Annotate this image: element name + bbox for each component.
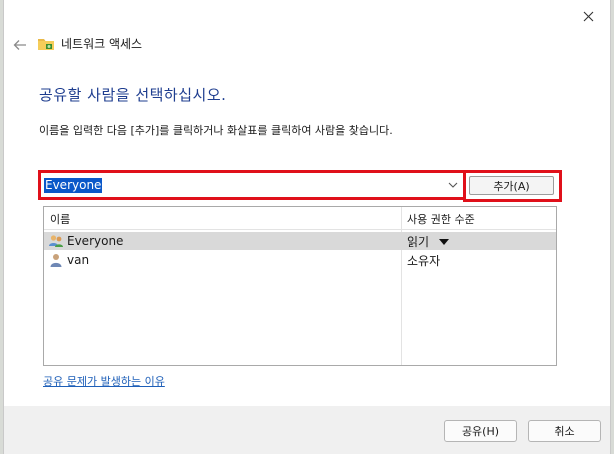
share-button[interactable]: 공유(H) — [444, 420, 517, 442]
back-arrow-icon — [13, 40, 26, 50]
close-icon — [583, 11, 593, 21]
add-button-frame: 추가(A) — [463, 170, 562, 202]
add-button[interactable]: 추가(A) — [469, 176, 554, 195]
chevron-down-icon — [448, 182, 458, 188]
network-folder-icon — [38, 38, 54, 50]
group-users-icon — [49, 235, 63, 247]
close-button[interactable] — [574, 5, 602, 27]
row-permission: 읽기 — [407, 235, 430, 249]
table-header: 이름 사용 권한 수준 — [44, 207, 556, 230]
permission-dropdown[interactable]: 읽기 — [407, 233, 450, 250]
user-name-input-value[interactable]: Everyone — [44, 178, 103, 193]
row-name-cell: Everyone — [48, 233, 123, 249]
column-header-permission[interactable]: 사용 권한 수준 — [407, 211, 475, 227]
title-bar: 네트워크 액세스 — [37, 35, 142, 52]
sharing-table: 이름 사용 권한 수준 Everyone 읽기 van 소유자 — [43, 206, 557, 366]
network-access-dialog: 네트워크 액세스 공유할 사람을 선택하십시오. 이름을 입력한 다음 [추가]… — [3, 0, 611, 454]
column-divider — [401, 207, 402, 365]
column-header-name[interactable]: 이름 — [50, 211, 70, 227]
back-button[interactable] — [10, 36, 30, 54]
cancel-button[interactable]: 취소 — [528, 420, 601, 442]
caret-down-icon — [439, 238, 450, 245]
instruction-text: 이름을 입력한 다음 [추가]를 클릭하거나 화살표를 클릭하여 사람을 찾습니… — [39, 124, 393, 137]
table-row[interactable]: van 소유자 — [44, 251, 556, 269]
row-name-cell: van — [48, 252, 89, 268]
window-title: 네트워크 액세스 — [61, 37, 143, 51]
table-row[interactable]: Everyone 읽기 — [44, 232, 556, 250]
row-name: van — [67, 253, 90, 267]
row-name: Everyone — [67, 234, 124, 248]
dialog-footer: 공유(H) 취소 — [4, 406, 610, 454]
sharing-troubleshoot-link[interactable]: 공유 문제가 발생하는 이유 — [43, 373, 165, 389]
row-permission: 소유자 — [407, 254, 441, 268]
row-permission-cell: 소유자 — [407, 252, 440, 269]
combo-dropdown-button[interactable] — [447, 179, 459, 191]
user-name-combobox[interactable]: Everyone — [38, 170, 466, 200]
user-icon — [50, 254, 62, 267]
page-heading: 공유할 사람을 선택하십시오. — [39, 86, 227, 104]
